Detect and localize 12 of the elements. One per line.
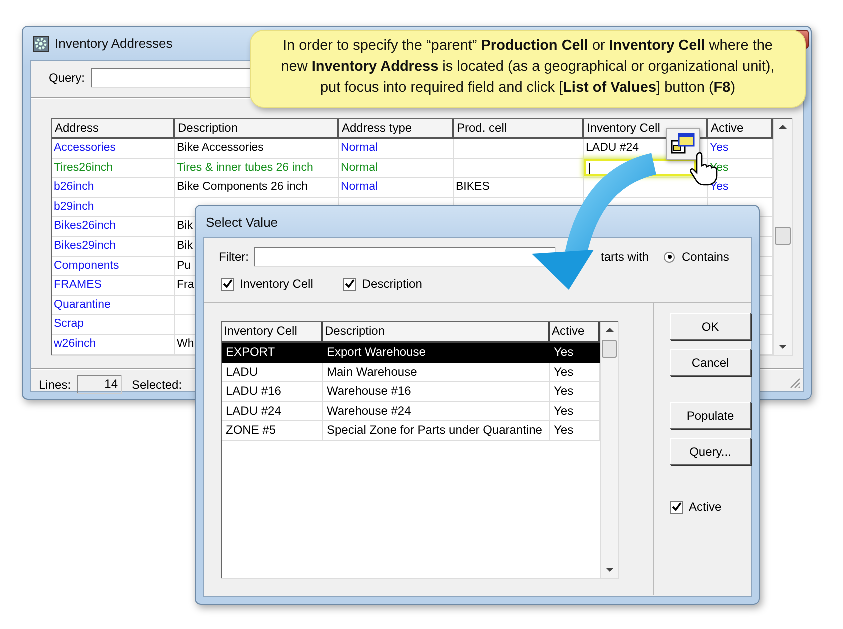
window-title: Inventory Addresses <box>55 36 173 51</box>
radio-label: tarts with <box>601 250 650 264</box>
table-cell: Tires & inner tubes 26 inch <box>175 158 339 178</box>
table-cell: Bike Components 26 inch <box>175 178 339 198</box>
selected-label: Selected: <box>132 378 182 392</box>
dialog-title: Select Value <box>206 215 278 230</box>
lines-count: 14 <box>77 375 122 394</box>
callout-tooltip: In order to specify the “parent” Production Cell or Inventory Cell where the new Inventory Address is located (as a geographical or organizational unit), put focus into required field and click [List of Values] button (F8) <box>250 30 806 108</box>
query-label: Query: <box>49 71 86 85</box>
lines-label: Lines: <box>39 378 72 392</box>
table-cell: BIKES <box>454 178 584 198</box>
table-cell: Bike Accessories <box>175 139 339 159</box>
